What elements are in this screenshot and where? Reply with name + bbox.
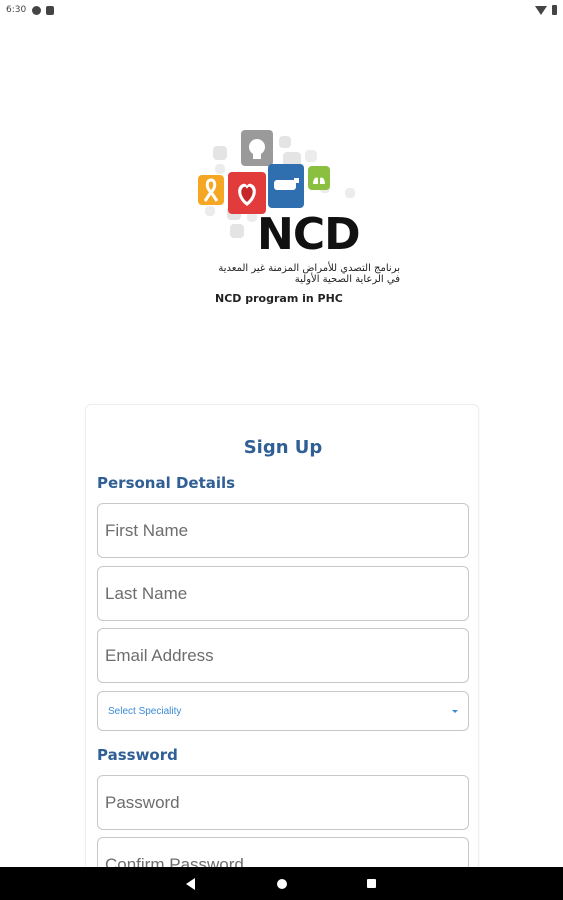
first-name-input[interactable] [98, 504, 468, 557]
last-name-input[interactable] [98, 567, 468, 620]
status-right [535, 5, 557, 15]
sd-card-icon [46, 5, 55, 15]
email-input[interactable] [98, 629, 468, 682]
home-icon[interactable] [277, 879, 287, 889]
password-field[interactable] [97, 775, 469, 830]
battery-icon [552, 5, 557, 15]
ribbon-icon [198, 175, 224, 205]
logo-tile [345, 188, 355, 198]
status-bar: 6:30 [0, 0, 563, 20]
logo-tile [305, 150, 317, 162]
logo-title: NCD [257, 209, 361, 260]
email-field[interactable] [97, 628, 469, 683]
password-heading: Password [97, 746, 178, 764]
first-name-field[interactable] [97, 503, 469, 558]
heart-icon [228, 172, 266, 214]
recents-icon[interactable] [367, 879, 376, 888]
brain-icon [241, 130, 273, 166]
navigation-bar [0, 867, 563, 900]
last-name-field[interactable] [97, 566, 469, 621]
back-icon[interactable] [186, 878, 195, 890]
caret-down-icon [452, 709, 458, 713]
ncd-logo: NCD برنامج التصدي للأمراض المزمنة غير ال… [195, 128, 400, 308]
logo-tile [279, 136, 291, 148]
speciality-select[interactable]: Select Speciality [97, 691, 469, 731]
logo-arabic-line1: برنامج التصدي للأمراض المزمنة غير المعدي… [218, 263, 400, 274]
logo-english-text: NCD program in PHC [215, 292, 343, 305]
signup-title: Sign Up [243, 437, 323, 458]
lungs-icon [308, 166, 330, 190]
signup-card: Sign Up Personal Details Select Speciali… [85, 404, 479, 892]
password-input[interactable] [98, 776, 468, 829]
scale-icon [268, 164, 304, 208]
logo-tile [213, 146, 227, 160]
status-time: 6:30 [6, 5, 27, 15]
sync-icon [32, 5, 42, 15]
logo-arabic-text: برنامج التصدي للأمراض المزمنة غير المعدي… [170, 263, 400, 285]
logo-arabic-line2: في الرعاية الصحية الأولية [294, 274, 400, 285]
speciality-select-label: Select Speciality [108, 705, 182, 717]
logo-tile [215, 164, 225, 174]
wifi-icon [535, 5, 547, 15]
personal-details-heading: Personal Details [97, 474, 236, 492]
logo-tile [205, 206, 215, 216]
logo-tile [230, 224, 244, 238]
